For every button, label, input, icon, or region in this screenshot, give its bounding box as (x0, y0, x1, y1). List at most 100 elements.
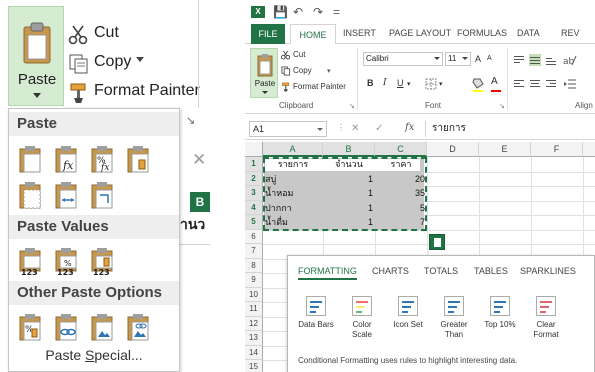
row-header-9[interactable]: 9 (245, 273, 263, 288)
chevron-down-icon[interactable] (33, 93, 41, 98)
paste-link-icon[interactable] (55, 313, 79, 341)
underline-dropdown-icon[interactable]: ▾ (407, 80, 411, 88)
paste-formulas-number-format-icon[interactable]: %fx (91, 145, 115, 173)
tab-review[interactable]: REV (561, 28, 580, 38)
column-header-b[interactable]: B (323, 142, 375, 157)
greater-than-icon (444, 296, 464, 316)
qa-tab-totals[interactable]: TOTALS (424, 266, 458, 276)
qa-tab-charts[interactable]: CHARTS (372, 266, 409, 276)
align-right-icon[interactable] (545, 78, 557, 90)
row-header-14[interactable]: 14 (245, 345, 263, 360)
chevron-down-icon (462, 57, 468, 60)
top-10-option[interactable]: Top 10% (478, 296, 522, 330)
keep-column-widths-icon[interactable] (55, 181, 79, 209)
paste-formulas-icon[interactable]: fx (55, 145, 79, 173)
tab-home[interactable]: HOME (290, 24, 336, 45)
middle-align-icon[interactable] (529, 54, 541, 66)
chevron-down-icon[interactable] (262, 91, 268, 94)
tab-insert[interactable]: INSERT (343, 28, 376, 38)
save-icon[interactable]: 💾 (273, 5, 288, 19)
tab-file[interactable]: FILE (251, 24, 285, 44)
font-name-select[interactable]: Calibri (363, 52, 443, 66)
values-number-format-icon[interactable]: % 123 (55, 247, 79, 275)
clipboard-launcher-icon[interactable]: ↘ (349, 102, 355, 110)
bold-button[interactable]: B (367, 78, 374, 88)
grow-font-button[interactable]: A (475, 54, 481, 64)
column-header-g[interactable]: G (583, 142, 595, 157)
column-header-a[interactable]: A (263, 142, 323, 157)
select-all-corner[interactable] (245, 142, 263, 157)
worksheet-grid[interactable]: ABCDEFG 123456789101112131415 รายการจำนว… (245, 142, 595, 372)
enter-icon[interactable]: ✓ (375, 123, 383, 134)
column-header-e[interactable]: E (479, 142, 531, 157)
undo-icon[interactable]: ↶ (293, 5, 303, 19)
column-header-d[interactable]: D (427, 142, 479, 157)
row-header-5[interactable]: 5 (245, 215, 263, 230)
row-header-11[interactable]: 11 (245, 302, 263, 317)
clear-format-option[interactable]: Clear Format (524, 296, 568, 340)
quick-analysis-button[interactable] (429, 234, 445, 250)
copy-dropdown-icon[interactable] (136, 57, 144, 62)
row-header-8[interactable]: 8 (245, 258, 263, 273)
color-scale-option[interactable]: Color Scale (340, 296, 384, 340)
row-header-7[interactable]: 7 (245, 244, 263, 259)
fill-color-icon[interactable] (471, 77, 485, 89)
top-align-icon[interactable] (513, 54, 525, 66)
no-borders-icon[interactable] (19, 181, 43, 209)
dialog-launcher-icon[interactable]: ↘ (186, 114, 195, 127)
row-header-3[interactable]: 3 (245, 186, 263, 201)
font-launcher-icon[interactable]: ↘ (499, 102, 505, 110)
align-center-icon[interactable] (529, 78, 541, 90)
font-color-button[interactable]: A (491, 76, 498, 87)
row-header-1[interactable]: 1 (245, 157, 263, 172)
column-header-c[interactable]: C (375, 142, 427, 157)
align-left-icon[interactable] (513, 78, 525, 90)
paste-icon[interactable] (19, 145, 43, 173)
name-box[interactable]: A1 (249, 121, 327, 137)
copy-dropdown-icon[interactable]: ▾ (327, 67, 331, 75)
row-header-6[interactable]: 6 (245, 229, 263, 244)
tab-page-layout[interactable]: PAGE LAYOUT (389, 28, 451, 38)
values-source-formatting-icon[interactable]: 123 (91, 247, 115, 275)
cancel-icon[interactable]: ✕ (351, 123, 359, 134)
paste-values-icon[interactable]: 123 (19, 247, 43, 275)
decrease-indent-icon[interactable] (563, 78, 577, 90)
paste-formatting-icon[interactable]: % (19, 313, 43, 341)
row-header-13[interactable]: 13 (245, 331, 263, 346)
font-size-select[interactable]: 11 (445, 52, 471, 66)
italic-button[interactable]: I (383, 78, 387, 88)
grid-fragment (180, 244, 210, 344)
row-header-12[interactable]: 12 (245, 316, 263, 331)
icon-set-option[interactable]: Icon Set (386, 296, 430, 330)
column-header-f[interactable]: F (531, 142, 583, 157)
transpose-icon[interactable] (91, 181, 115, 209)
insert-function-button[interactable]: fx (405, 122, 414, 133)
linked-picture-icon[interactable] (127, 313, 151, 341)
borders-dropdown-icon[interactable]: ▾ (439, 80, 443, 88)
borders-icon[interactable] (425, 78, 437, 90)
tab-data[interactable]: DATA (517, 28, 540, 38)
formula-input[interactable]: รายการ (425, 121, 595, 137)
paste-button-large[interactable]: Paste (8, 6, 64, 106)
clear-format-icon (536, 296, 556, 316)
paste-picture-icon[interactable] (91, 313, 115, 341)
row-header-10[interactable]: 10 (245, 287, 263, 302)
qa-tab-sparklines[interactable]: SPARKLINES (520, 266, 576, 276)
qa-tab-formatting[interactable]: FORMATTING (298, 266, 357, 280)
customize-qat-icon[interactable]: = (333, 5, 340, 19)
orientation-icon[interactable]: ab (563, 54, 577, 66)
bottom-align-icon[interactable] (545, 54, 557, 66)
shrink-font-button[interactable]: A (487, 55, 492, 62)
redo-icon[interactable]: ↷ (313, 5, 323, 19)
row-header-15[interactable]: 15 (245, 360, 263, 372)
row-header-4[interactable]: 4 (245, 200, 263, 215)
row-header-2[interactable]: 2 (245, 171, 263, 186)
paste-special-menu-item[interactable]: Paste Special... (9, 347, 179, 363)
keep-source-formatting-icon[interactable] (127, 145, 151, 173)
paste-button[interactable]: Paste (250, 48, 278, 98)
underline-button[interactable]: U (397, 78, 404, 88)
data-bars-option[interactable]: Data Bars (294, 296, 338, 330)
qa-tab-tables[interactable]: TABLES (474, 266, 508, 276)
tab-formulas[interactable]: FORMULAS (457, 28, 507, 38)
greater-than-option[interactable]: Greater Than (432, 296, 476, 340)
